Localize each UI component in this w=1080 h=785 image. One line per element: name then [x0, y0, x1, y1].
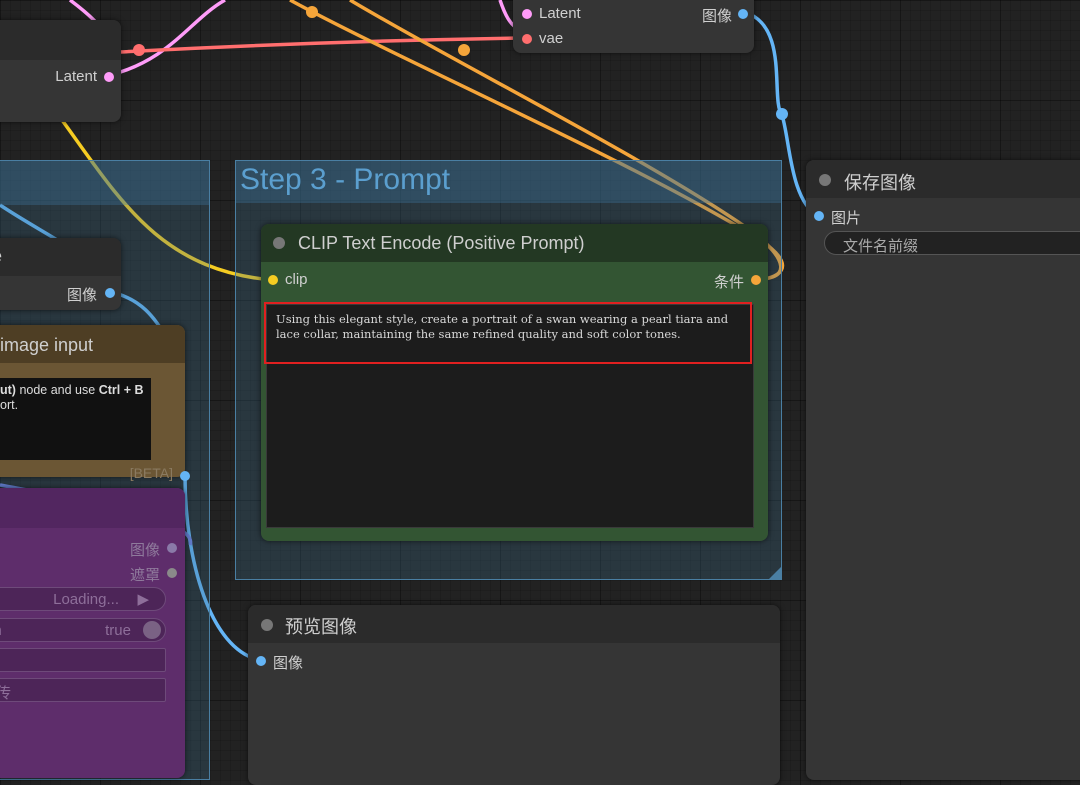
input-vae-label: vae — [539, 30, 564, 47]
output-image-label: 图像 — [701, 8, 732, 25]
save-image-node[interactable]: 保存图像 图片 文件名前缀 — [806, 160, 1080, 780]
input-latent-label: Latent — [539, 5, 581, 22]
note-bold-1: ut) — [0, 383, 16, 397]
toggle-knob-icon — [143, 621, 161, 639]
input-image-dot[interactable] — [814, 211, 824, 221]
collapse-dot[interactable] — [273, 237, 285, 249]
play-icon: ▶ — [137, 591, 149, 608]
output-latent-label: Latent — [55, 68, 97, 85]
loading-text: Loading... — [53, 591, 119, 608]
upload-label: 上传 — [0, 682, 11, 701]
output-image-label: 图像 — [129, 542, 160, 559]
toggle-value: true — [105, 622, 131, 639]
toggle-label: on — [0, 622, 2, 639]
node-title-bar[interactable] — [0, 238, 121, 276]
input-clip-dot[interactable] — [268, 275, 278, 285]
note-text-area[interactable]: ut) node and use Ctrl + B ort. — [0, 378, 151, 460]
vae-decode-node[interactable]: Latent vae 图像 — [513, 0, 754, 53]
node-title-partial: e — [0, 246, 2, 267]
input-vae-dot[interactable] — [522, 34, 532, 44]
node-title: 预览图像 — [285, 617, 357, 637]
output-latent-dot[interactable] — [104, 72, 114, 82]
output-image-label: 图像 — [66, 287, 97, 304]
collapse-dot[interactable] — [261, 619, 273, 631]
note-bold-2: Ctrl + B — [98, 383, 144, 397]
input-image-dot[interactable] — [256, 656, 266, 666]
filename-prefix-field[interactable]: 文件名前缀 — [824, 231, 1080, 255]
link-pink-2 — [109, 0, 226, 77]
output-image-dot[interactable] — [738, 9, 748, 19]
beta-output-dot[interactable] — [180, 471, 190, 481]
text-field[interactable]: n — [0, 648, 166, 672]
note-text-2: ort. — [0, 398, 19, 412]
input-clip-label: clip — [285, 271, 308, 288]
vae-decode-partial-node[interactable]: Latent — [0, 20, 121, 122]
node-title: 保存图像 — [844, 173, 916, 193]
output-mask-dot[interactable] — [167, 568, 177, 578]
output-conditioning-label: 条件 — [713, 274, 744, 291]
input-latent-dot[interactable] — [522, 9, 532, 19]
beta-badge: [BETA] — [129, 465, 173, 481]
input-image-label: 图像 — [273, 655, 304, 672]
output-mask-label: 遮罩 — [129, 567, 160, 584]
note-text-1: node and use — [15, 383, 99, 397]
group-resize-handle[interactable] — [769, 567, 781, 579]
reroute-dot — [776, 108, 788, 120]
reroute-dot — [306, 6, 318, 18]
node-title-bar[interactable] — [0, 20, 121, 60]
prompt-textarea[interactable]: Using this elegant style, create a portr… — [266, 304, 754, 528]
node-title-bar[interactable] — [0, 488, 185, 528]
group-header[interactable]: Step 3 - Prompt — [236, 161, 781, 203]
output-image-dot[interactable] — [167, 543, 177, 553]
filename-prefix-label: 文件名前缀 — [843, 238, 919, 255]
image-input-note-node[interactable]: image input ut) node and use Ctrl + B or… — [0, 325, 185, 481]
group-title: Step 3 - Prompt — [240, 163, 451, 196]
upload-button[interactable]: 上传 — [0, 678, 166, 702]
output-image-dot[interactable] — [105, 288, 115, 298]
collapse-dot[interactable] — [819, 174, 831, 186]
input-image-label: 图片 — [831, 210, 862, 227]
preview-image-node[interactable]: 预览图像 图像 — [248, 605, 780, 785]
node-title-bar[interactable]: 预览图像 — [248, 605, 780, 643]
node-title: CLIP Text Encode (Positive Prompt) — [298, 233, 585, 253]
reroute-dot — [458, 44, 470, 56]
node-title-bar[interactable]: CLIP Text Encode (Positive Prompt) — [261, 224, 768, 262]
image-combo[interactable]: Loading... ▶ — [0, 587, 166, 611]
toggle-widget[interactable]: on true — [0, 618, 166, 642]
reroute-dot — [133, 44, 145, 56]
node-title: image input — [0, 335, 94, 355]
image-node-partial[interactable]: e 图像 — [0, 238, 121, 310]
load-image-node[interactable]: 图像 遮罩 Loading... ▶ on true n 上传 — [0, 488, 185, 778]
group-header[interactable] — [0, 161, 209, 205]
node-title-bar[interactable]: 保存图像 — [806, 160, 1080, 198]
output-conditioning-dot[interactable] — [751, 275, 761, 285]
